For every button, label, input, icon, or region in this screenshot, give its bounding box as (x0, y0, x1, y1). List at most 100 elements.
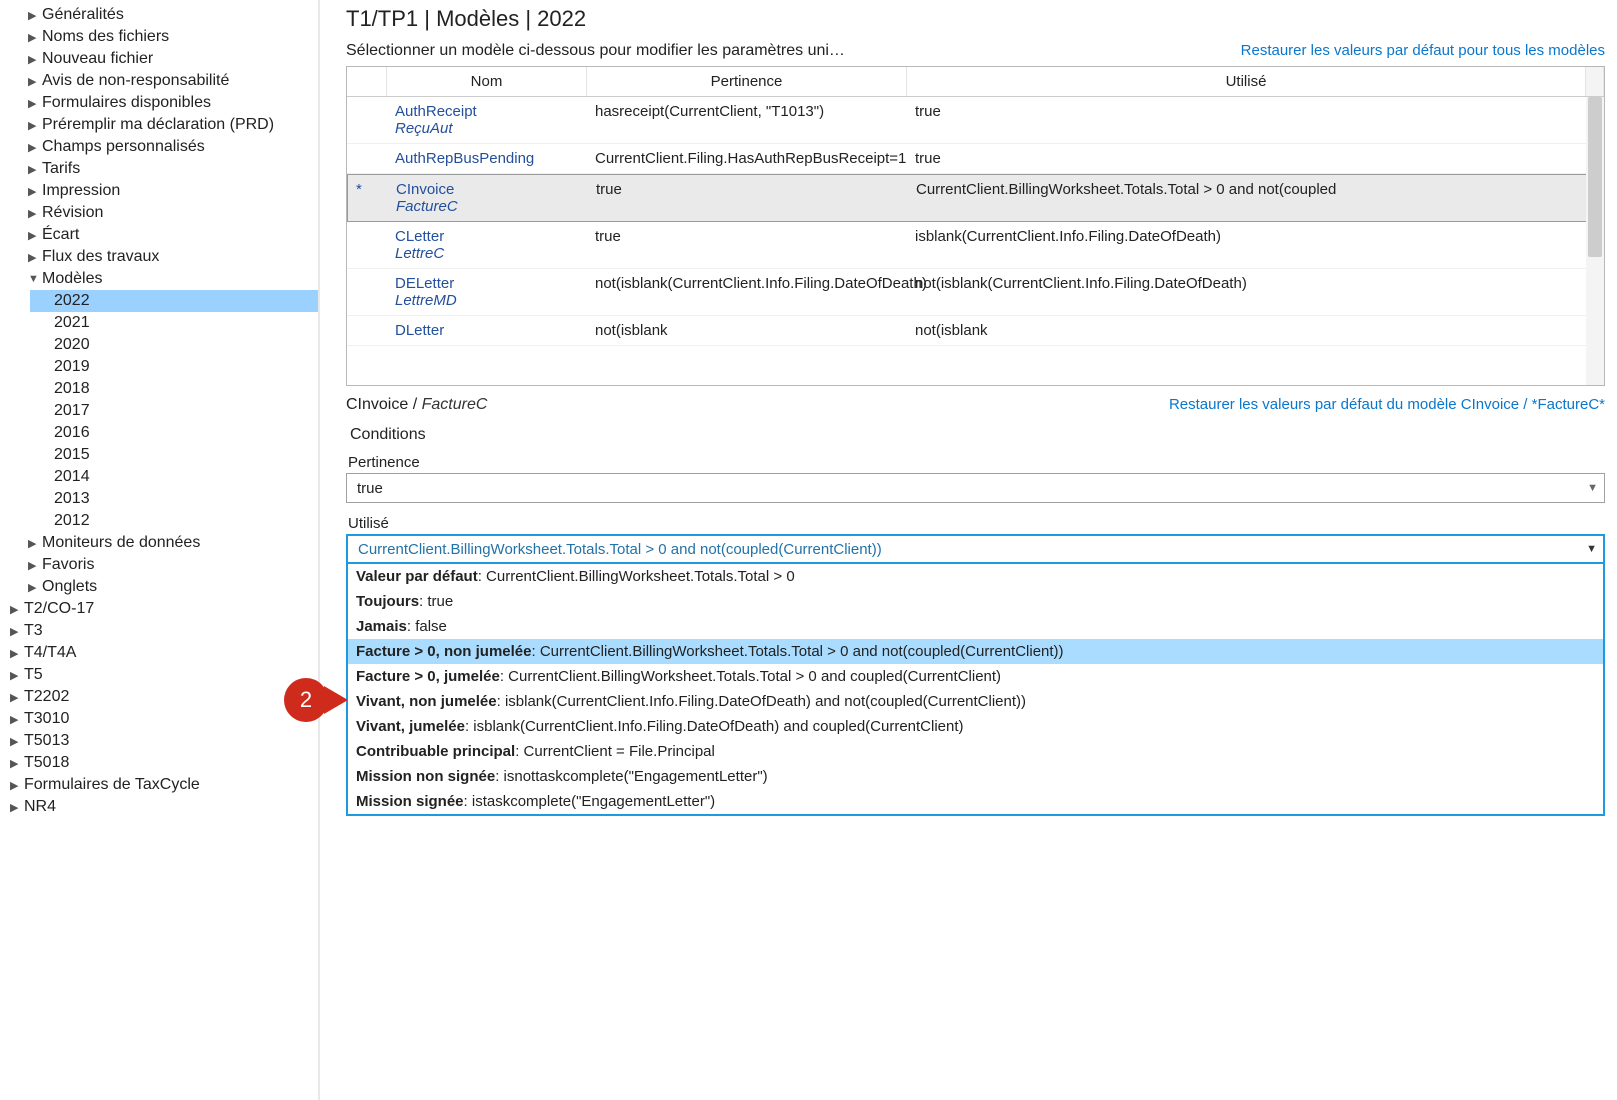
template-name-link[interactable]: DLetter (395, 322, 444, 339)
caret-right-icon: ▶ (28, 207, 42, 220)
tree-item[interactable]: 2021 (30, 312, 318, 334)
template-name-link[interactable]: AuthReceipt (395, 103, 477, 120)
tree-label: T3 (24, 622, 43, 640)
tree-item[interactable]: ▶Champs personnalisés (18, 136, 318, 158)
tree-item[interactable]: 2022 (30, 290, 318, 312)
tree-item[interactable]: ▶Tarifs (18, 158, 318, 180)
tree-item[interactable]: ▶Moniteurs de données (18, 532, 318, 554)
dropdown-option[interactable]: Vivant, non jumelée: isblank(CurrentClie… (348, 689, 1603, 714)
table-row[interactable]: AuthRepBusPending CurrentClient.Filing.Ha… (347, 144, 1604, 174)
pertinence-label: Pertinence (346, 454, 1605, 473)
table-row[interactable]: *CInvoiceFactureCtrueCurrentClient.Billi… (347, 174, 1604, 222)
conditions-heading: Conditions (346, 418, 1605, 454)
used-combo[interactable]: CurrentClient.BillingWorksheet.Totals.To… (346, 534, 1605, 564)
tree-label: Avis de non-responsabilité (42, 72, 229, 90)
dropdown-option[interactable]: Mission non signée: isnottaskcomplete("E… (348, 764, 1603, 789)
tree-item[interactable]: ▶Formulaires disponibles (18, 92, 318, 114)
restore-template-link[interactable]: Restaurer les valeurs par défaut du modè… (1169, 396, 1605, 413)
tree-item[interactable]: ▶Onglets (18, 576, 318, 598)
tree-item[interactable]: ▶Préremplir ma déclaration (PRD) (18, 114, 318, 136)
tree-item[interactable]: ▶Avis de non-responsabilité (18, 70, 318, 92)
col-used[interactable]: Utilisé (907, 67, 1586, 96)
tree-item[interactable]: ▶T3 (0, 620, 318, 642)
dropdown-option[interactable]: Valeur par défaut: CurrentClient.Billing… (348, 564, 1603, 589)
template-alias: LettreC (395, 245, 579, 262)
tree-item[interactable]: 2015 (30, 444, 318, 466)
tree-item[interactable]: 2013 (30, 488, 318, 510)
tree-label: Champs personnalisés (42, 138, 205, 156)
grid-scrollbar[interactable] (1586, 97, 1604, 385)
tree-item[interactable]: 2018 (30, 378, 318, 400)
caret-right-icon: ▶ (10, 735, 24, 748)
tree-item[interactable]: ▶Impression (18, 180, 318, 202)
dropdown-option[interactable]: Mission signée: istaskcomplete("Engageme… (348, 789, 1603, 814)
tree-label: 2018 (54, 380, 90, 398)
tree-item[interactable]: ▶T2202 (0, 686, 318, 708)
col-name[interactable]: Nom (387, 67, 587, 96)
cell-used: true (907, 148, 1604, 169)
caret-right-icon: ▶ (28, 537, 42, 550)
templates-grid[interactable]: Nom Pertinence Utilisé AuthReceiptReçuAu… (346, 66, 1605, 386)
tree-item[interactable]: ▶Flux des travaux (18, 246, 318, 268)
tree-item[interactable]: ▶T3010 (0, 708, 318, 730)
tree-item[interactable]: 2012 (30, 510, 318, 532)
dropdown-option[interactable]: Vivant, jumelée: isblank(CurrentClient.I… (348, 714, 1603, 739)
tree-item[interactable]: ▶Noms des fichiers (18, 26, 318, 48)
dropdown-option[interactable]: Jamais: false (348, 614, 1603, 639)
main-panel: T1/TP1 | Modèles | 2022 Sélectionner un … (320, 0, 1617, 1100)
tree-item[interactable]: ▶T5018 (0, 752, 318, 774)
tree-item[interactable]: 2020 (30, 334, 318, 356)
template-name-link[interactable]: AuthRepBusPending (395, 150, 534, 167)
tree-item[interactable]: ▶T2/CO-17 (0, 598, 318, 620)
tree-label: T5 (24, 666, 43, 684)
tree-item[interactable]: ▶T4/T4A (0, 642, 318, 664)
tree-label: T4/T4A (24, 644, 76, 662)
template-name-link[interactable]: DELetter (395, 275, 454, 292)
tree-item[interactable]: 2014 (30, 466, 318, 488)
caret-right-icon: ▶ (10, 779, 24, 792)
tree-item[interactable]: ▶Favoris (18, 554, 318, 576)
tree-item[interactable]: ▶Généralités (18, 4, 318, 26)
tree-label: 2021 (54, 314, 90, 332)
caret-right-icon: ▶ (28, 31, 42, 44)
table-row[interactable]: DLetternot(isblanknot(isblank (347, 316, 1604, 346)
caret-right-icon: ▶ (28, 229, 42, 242)
tree-item[interactable]: ▶Écart (18, 224, 318, 246)
caret-right-icon: ▶ (28, 559, 42, 572)
caret-right-icon: ▶ (28, 9, 42, 22)
dropdown-option[interactable]: Toujours: true (348, 589, 1603, 614)
tree-label: Tarifs (42, 160, 80, 178)
dropdown-option[interactable]: Contribuable principal: CurrentClient = … (348, 739, 1603, 764)
col-relevance[interactable]: Pertinence (587, 67, 907, 96)
dropdown-option[interactable]: Facture > 0, non jumelée: CurrentClient.… (348, 639, 1603, 664)
tree-label: T5013 (24, 732, 69, 750)
caret-right-icon: ▶ (28, 97, 42, 110)
template-alias: LettreMD (395, 292, 579, 309)
tree-item[interactable]: 2019 (30, 356, 318, 378)
pertinence-combo[interactable]: true ▼ (346, 473, 1605, 503)
table-row[interactable]: AuthReceiptReçuAuthasreceipt(CurrentClie… (347, 97, 1604, 144)
table-row[interactable]: DELetterLettreMDnot(isblank(CurrentClien… (347, 269, 1604, 316)
tree-item[interactable]: ▶T5013 (0, 730, 318, 752)
modified-mark-icon (347, 101, 387, 139)
tree-item[interactable]: 2016 (30, 422, 318, 444)
tree-item[interactable]: ▶Formulaires de TaxCycle (0, 774, 318, 796)
restore-all-link[interactable]: Restaurer les valeurs par défaut pour to… (1241, 42, 1605, 59)
tree-label: Révision (42, 204, 103, 222)
tree-label: 2013 (54, 490, 90, 508)
tree-item[interactable]: ▶T5 (0, 664, 318, 686)
caret-down-icon: ▼ (28, 273, 42, 285)
sidebar-tree[interactable]: ▶Généralités▶Noms des fichiers▶Nouveau f… (0, 0, 320, 1100)
template-name-link[interactable]: CInvoice (396, 181, 454, 198)
used-dropdown[interactable]: Valeur par défaut: CurrentClient.Billing… (346, 564, 1605, 816)
tree-item[interactable]: ▶Révision (18, 202, 318, 224)
dropdown-option[interactable]: Facture > 0, jumelée: CurrentClient.Bill… (348, 664, 1603, 689)
tree-item[interactable]: ▶NR4 (0, 796, 318, 818)
template-name-link[interactable]: CLetter (395, 228, 444, 245)
table-row[interactable]: CLetterLettreCtrueisblank(CurrentClient.… (347, 222, 1604, 269)
tree-item[interactable]: ▶Nouveau fichier (18, 48, 318, 70)
cell-relevance: CurrentClient.Filing.HasAuthRepBusReceip… (587, 148, 907, 169)
caret-right-icon: ▶ (28, 141, 42, 154)
tree-item[interactable]: 2017 (30, 400, 318, 422)
tree-item-modeles[interactable]: ▼ Modèles (18, 268, 318, 290)
